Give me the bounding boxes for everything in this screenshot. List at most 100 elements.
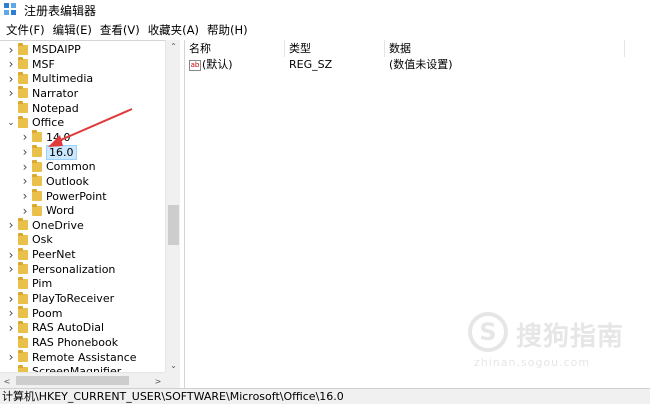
menu-help[interactable]: 帮助(H) — [203, 22, 252, 38]
chevron-right-icon[interactable]: › — [6, 71, 16, 86]
tree-item[interactable]: › MSF — [0, 57, 165, 72]
tree-item[interactable]: › Personalization — [0, 262, 165, 277]
tree-item[interactable]: ⌄ Office — [0, 115, 165, 130]
tree-item[interactable]: › PlayToReceiver — [0, 291, 165, 306]
chevron-right-icon[interactable]: › — [20, 145, 30, 160]
folder-icon — [18, 247, 28, 260]
chevron-right-icon[interactable]: › — [6, 350, 16, 365]
tree-item-label: MSF — [32, 57, 55, 71]
chevron-down-icon[interactable]: ⌄ — [166, 359, 181, 372]
tree-item-label: MSDAIPP — [32, 43, 81, 56]
chevron-right-icon[interactable]: › — [20, 174, 30, 189]
folder-icon — [32, 159, 42, 172]
tree-item[interactable]: › Remote Assistance — [0, 350, 165, 365]
list-item[interactable]: ab (默认) REG_SZ (数值未设置) — [185, 57, 650, 73]
tree-item-label: PlayToReceiver — [32, 292, 115, 306]
tree-item[interactable]: › 14.0 — [0, 130, 165, 145]
string-value-icon: ab — [189, 59, 201, 71]
chevron-right-icon[interactable]: › — [6, 262, 16, 277]
folder-icon — [32, 203, 42, 216]
chevron-down-icon[interactable]: ⌄ — [6, 115, 16, 130]
registry-tree[interactable]: › MSDAIPP › MSF › Multimedia › Narrator Notepad ⌄… — [0, 40, 180, 388]
tree-item-label: OneDrive — [32, 218, 84, 232]
tree-item[interactable]: › Narrator — [0, 86, 165, 101]
tree-item[interactable]: › OneDrive — [0, 218, 165, 233]
tree-item[interactable]: Osk — [0, 232, 165, 247]
tree-item-label: Pim — [32, 277, 53, 291]
tree-item[interactable]: Pim — [0, 276, 165, 291]
chevron-right-icon[interactable]: › — [6, 247, 16, 262]
menu-favorites[interactable]: 收藏夹(A) — [144, 22, 203, 38]
key-path: 计算机\HKEY_CURRENT_USER\SOFTWARE\Microsoft… — [2, 390, 344, 403]
chevron-right-icon[interactable]: › — [6, 320, 16, 335]
column-data-header[interactable]: 数据 — [385, 40, 625, 57]
tree-item-label: Poom — [32, 306, 63, 320]
chevron-left-icon[interactable]: < — [0, 373, 14, 389]
column-name-header[interactable]: 名称 — [185, 40, 285, 57]
tree-item[interactable]: › PeerNet — [0, 247, 165, 262]
tree-item[interactable]: › RAS AutoDial — [0, 320, 165, 335]
tree-horizontal-scrollbar[interactable]: < > — [0, 372, 165, 388]
tree-item[interactable]: › Common — [0, 159, 165, 174]
chevron-right-icon[interactable]: › — [6, 306, 16, 321]
chevron-right-icon[interactable]: › — [6, 42, 16, 57]
chevron-right-icon[interactable]: › — [20, 203, 30, 218]
scroll-thumb[interactable] — [168, 205, 179, 245]
folder-icon — [18, 86, 28, 99]
chevron-right-icon[interactable]: › — [6, 291, 16, 306]
column-type-header[interactable]: 类型 — [285, 40, 385, 57]
chevron-up-icon[interactable]: ⌃ — [166, 40, 181, 53]
tree-item[interactable]: › MSDAIPP — [0, 42, 165, 57]
tree-item-label: PeerNet — [32, 248, 76, 262]
tree-item[interactable]: › Poom — [0, 306, 165, 321]
tree-item-label: Personalization — [32, 262, 116, 276]
tree-vertical-scrollbar[interactable]: ⌃ ⌄ — [165, 40, 180, 372]
chevron-right-icon[interactable]: › — [6, 86, 16, 101]
folder-icon — [18, 262, 28, 275]
tree-item-label: 14.0 — [46, 130, 71, 144]
menu-file[interactable]: 文件(F) — [2, 22, 49, 38]
chevron-right-icon[interactable]: › — [6, 57, 16, 72]
tree-item[interactable]: › Outlook — [0, 174, 165, 189]
tree-item[interactable]: Notepad — [0, 101, 165, 116]
folder-icon — [18, 276, 28, 289]
value-name-cell: ab (默认) — [185, 57, 285, 73]
tree-item-label: Osk — [32, 233, 53, 247]
tree-item[interactable]: › Word — [0, 203, 165, 218]
scroll-thumb[interactable] — [16, 376, 129, 385]
watermark-url: zhinan.sogou.com — [474, 356, 591, 369]
folder-icon — [32, 130, 42, 143]
chevron-right-icon[interactable]: > — [151, 373, 165, 389]
folder-icon — [18, 115, 28, 128]
tree-item-label: PowerPoint — [46, 189, 107, 203]
regedit-icon — [4, 3, 18, 17]
tree-item[interactable]: › 16.0 — [0, 144, 165, 160]
folder-icon — [18, 232, 28, 245]
chevron-right-icon[interactable]: › — [20, 159, 30, 174]
status-bar: 计算机\HKEY_CURRENT_USER\SOFTWARE\Microsoft… — [0, 388, 650, 404]
value-data: (数值未设置) — [389, 58, 453, 71]
menu-edit[interactable]: 编辑(E) — [49, 22, 96, 38]
folder-icon — [18, 57, 28, 70]
sogou-logo-icon — [468, 312, 508, 352]
tree-item-label: RAS Phonebook — [32, 336, 119, 349]
tree-item-label: Outlook — [46, 174, 89, 188]
tree-item[interactable]: › Multimedia — [0, 71, 165, 86]
tree-item-label: Notepad — [32, 101, 79, 115]
chevron-right-icon[interactable]: › — [6, 218, 16, 233]
list-header: 名称 类型 数据 — [185, 40, 650, 57]
folder-icon — [32, 189, 42, 201]
chevron-right-icon[interactable]: › — [20, 130, 30, 145]
folder-icon — [18, 291, 28, 304]
menu-view[interactable]: 查看(V) — [96, 22, 144, 38]
value-type: REG_SZ — [289, 58, 333, 71]
tree-item-label: Common — [46, 160, 96, 174]
chevron-right-icon[interactable]: › — [20, 189, 30, 204]
folder-icon — [18, 335, 28, 348]
tree-item[interactable]: › PowerPoint — [0, 189, 165, 204]
tree-item[interactable]: RAS Phonebook — [0, 335, 165, 350]
window-title: 注册表编辑器 — [24, 3, 97, 18]
